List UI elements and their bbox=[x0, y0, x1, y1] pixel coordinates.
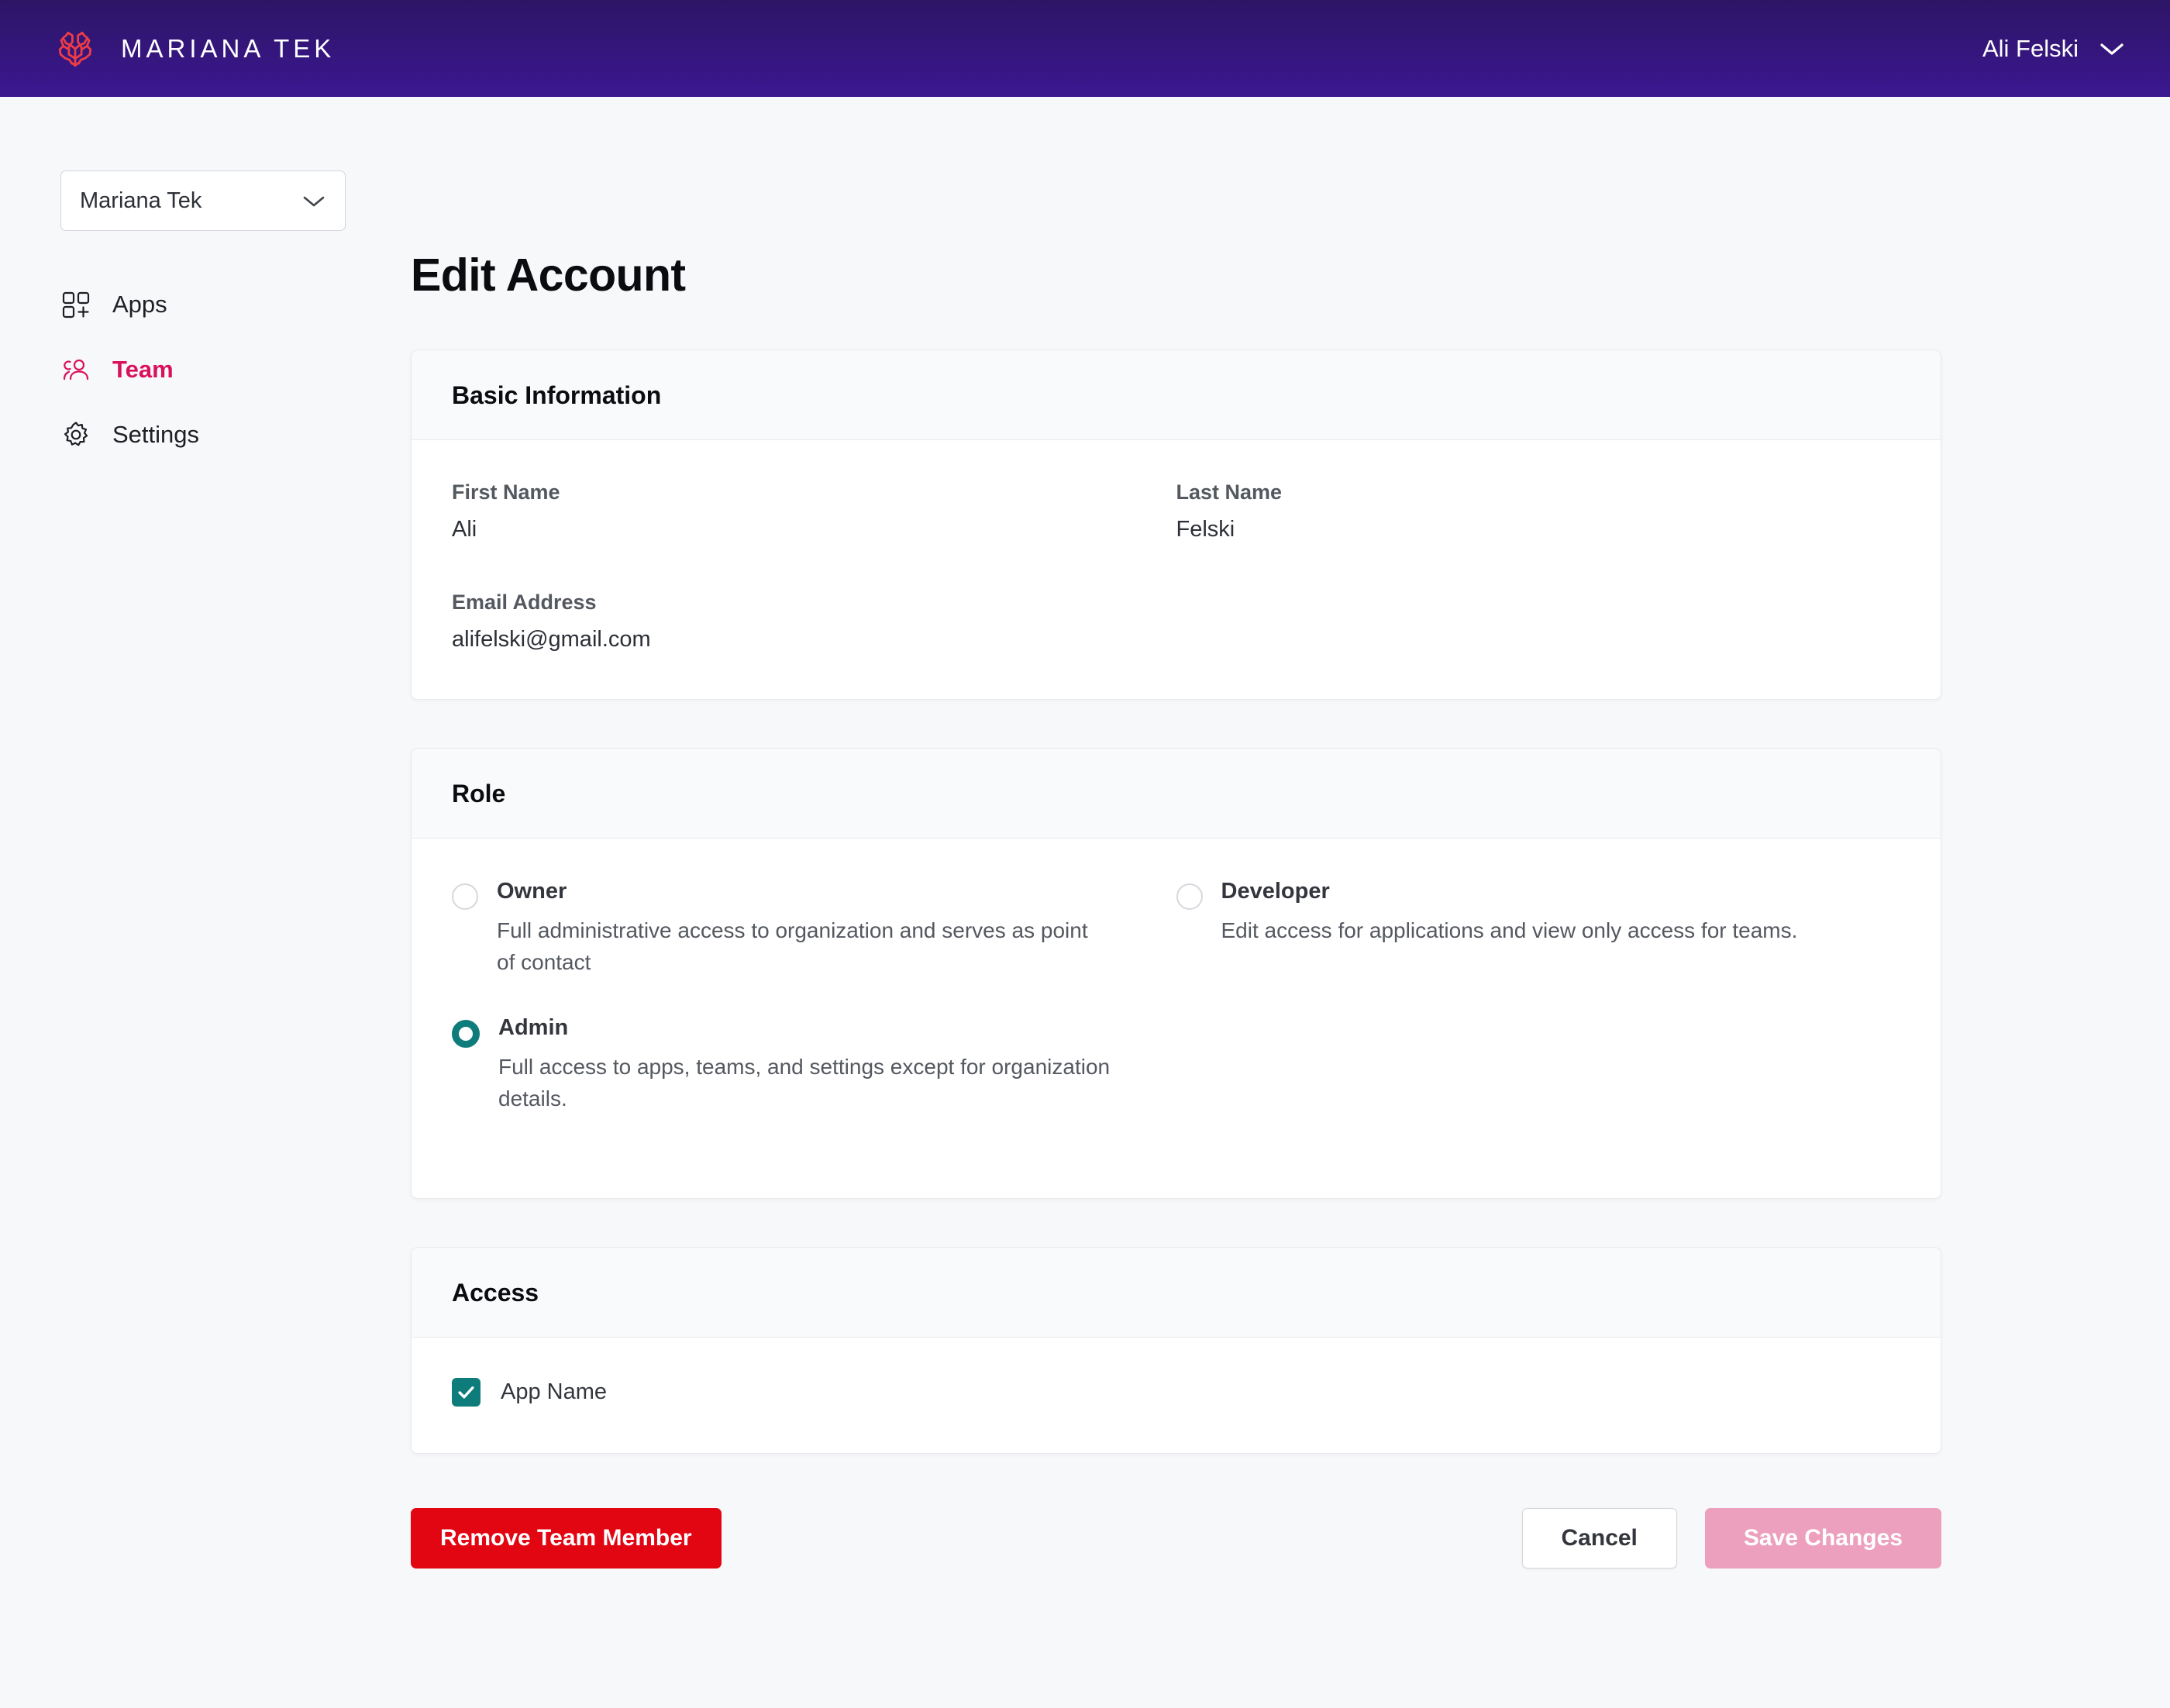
role-card: Role Owner Full administrative access to… bbox=[411, 748, 1941, 1200]
empty-cell bbox=[1176, 1015, 1901, 1152]
app-shell: Mariana Tek Apps Team Settings Edit Acco… bbox=[0, 97, 2170, 1708]
role-option-description: Edit access for applications and view on… bbox=[1221, 918, 1798, 942]
brand[interactable]: MARIANA TEK bbox=[54, 28, 335, 70]
last-name-label: Last Name bbox=[1176, 480, 1283, 504]
cancel-button[interactable]: Cancel bbox=[1521, 1508, 1677, 1569]
card-header: Access bbox=[412, 1248, 1941, 1338]
role-option-text: Developer Edit access for applications a… bbox=[1221, 879, 1798, 978]
sidebar-item-label: Apps bbox=[112, 291, 167, 318]
first-name-field: First Name Ali bbox=[452, 480, 1176, 542]
role-option-owner[interactable]: Owner Full administrative access to orga… bbox=[452, 879, 1176, 1015]
card-body: First Name Ali Last Name Felski Email Ad… bbox=[412, 440, 1941, 699]
role-option-description: Full access to apps, teams, and settings… bbox=[498, 1055, 1111, 1111]
role-option-developer[interactable]: Developer Edit access for applications a… bbox=[1176, 879, 1901, 1015]
radio-selected-icon[interactable] bbox=[452, 1020, 480, 1049]
sidebar-item-label: Settings bbox=[112, 421, 200, 448]
first-name-value: Ali bbox=[452, 517, 477, 542]
brand-name: MARIANA TEK bbox=[121, 33, 336, 63]
save-changes-button[interactable]: Save Changes bbox=[1704, 1508, 1941, 1569]
primary-actions: Cancel Save Changes bbox=[1521, 1508, 1941, 1569]
card-title: Basic Information bbox=[452, 381, 662, 409]
role-option-admin[interactable]: Admin Full access to apps, teams, and se… bbox=[452, 1015, 1176, 1152]
user-menu-label: Ali Felski bbox=[1982, 34, 2079, 62]
organization-selector-value: Mariana Tek bbox=[80, 188, 202, 213]
empty-cell bbox=[1176, 591, 1901, 653]
last-name-field: Last Name Felski bbox=[1176, 480, 1901, 542]
sidebar-item-team[interactable]: Team bbox=[60, 337, 411, 402]
sidebar: Mariana Tek Apps Team Settings bbox=[0, 97, 411, 467]
access-card: Access App Name bbox=[411, 1247, 1941, 1455]
email-address-value: alifelski@gmail.com bbox=[452, 627, 651, 652]
email-address-field: Email Address alifelski@gmail.com bbox=[452, 591, 1176, 653]
gear-icon bbox=[60, 419, 91, 450]
main-content: Edit Account Basic Information First Nam… bbox=[411, 97, 2170, 1708]
role-options-grid: Owner Full administrative access to orga… bbox=[452, 879, 1900, 1152]
sidebar-item-settings[interactable]: Settings bbox=[60, 402, 411, 467]
top-navigation-bar: MARIANA TEK Ali Felski bbox=[0, 0, 2170, 97]
access-item-label: App Name bbox=[501, 1379, 608, 1405]
card-body: App Name bbox=[412, 1338, 1941, 1454]
card-title: Access bbox=[452, 1279, 539, 1307]
radio-icon[interactable] bbox=[1176, 883, 1203, 910]
role-option-name: Admin bbox=[498, 1015, 569, 1041]
card-title: Role bbox=[452, 780, 506, 808]
radio-icon[interactable] bbox=[452, 883, 478, 910]
remove-team-member-button[interactable]: Remove Team Member bbox=[411, 1508, 722, 1569]
apps-grid-icon bbox=[60, 289, 91, 320]
role-option-name: Developer bbox=[1221, 879, 1330, 904]
chevron-down-icon bbox=[2099, 41, 2125, 57]
card-body: Owner Full administrative access to orga… bbox=[412, 839, 1941, 1199]
coral-logo-icon bbox=[54, 28, 96, 70]
email-address-label: Email Address bbox=[452, 591, 597, 614]
role-option-description: Full administrative access to organizati… bbox=[497, 918, 1088, 974]
role-option-text: Owner Full administrative access to orga… bbox=[497, 879, 1109, 978]
basic-information-card: Basic Information First Name Ali Last Na… bbox=[411, 350, 1941, 700]
card-header: Role bbox=[412, 749, 1941, 839]
organization-selector[interactable]: Mariana Tek bbox=[60, 170, 346, 231]
basic-information-grid: First Name Ali Last Name Felski Email Ad… bbox=[452, 480, 1900, 653]
role-option-text: Admin Full access to apps, teams, and se… bbox=[498, 1015, 1111, 1114]
team-people-icon bbox=[60, 354, 91, 385]
checkbox-checked-icon[interactable] bbox=[452, 1378, 480, 1407]
access-item-app-name[interactable]: App Name bbox=[452, 1378, 1900, 1407]
page-title: Edit Account bbox=[411, 250, 686, 301]
sidebar-item-label: Team bbox=[112, 356, 174, 383]
last-name-value: Felski bbox=[1176, 517, 1235, 542]
role-option-name: Owner bbox=[497, 879, 567, 904]
card-header: Basic Information bbox=[412, 350, 1941, 440]
user-menu[interactable]: Ali Felski bbox=[1982, 35, 2125, 63]
sidebar-nav: Apps Team Settings bbox=[60, 272, 411, 467]
sidebar-item-apps[interactable]: Apps bbox=[60, 272, 411, 337]
first-name-label: First Name bbox=[452, 480, 560, 504]
form-actions: Remove Team Member Cancel Save Changes bbox=[411, 1508, 1941, 1708]
chevron-down-icon bbox=[301, 194, 326, 208]
